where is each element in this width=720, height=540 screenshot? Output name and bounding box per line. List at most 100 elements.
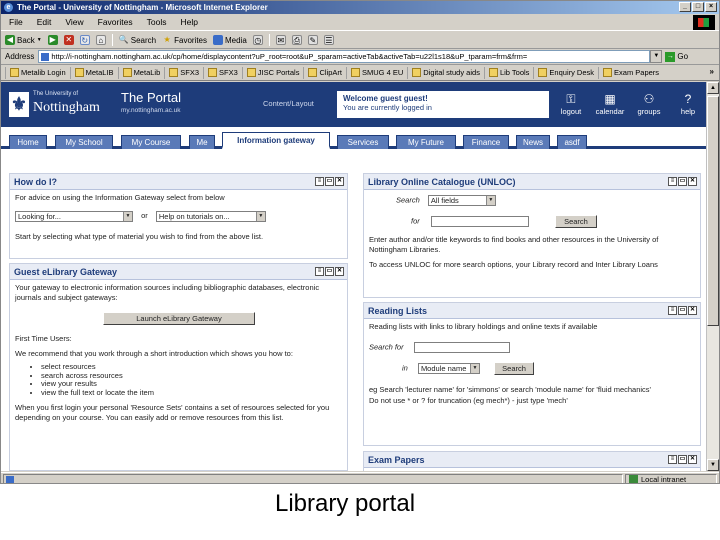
tab-my-course[interactable]: My Course — [121, 135, 181, 149]
scroll-down-icon[interactable]: ▼ — [707, 459, 719, 471]
maximize-button[interactable]: □ — [692, 2, 704, 12]
tab-home[interactable]: Home — [9, 135, 47, 149]
page-viewport: ⚜ The University of Nottingham The Porta… — [1, 82, 706, 471]
menu-help[interactable]: Help — [180, 17, 197, 27]
channel-close-icon[interactable]: ✕ — [335, 177, 344, 186]
print-button[interactable]: ⎙ — [291, 35, 302, 45]
channel-close-icon[interactable]: ✕ — [688, 306, 697, 315]
portal-tab-bar: Home My School My Course Me Information … — [1, 127, 706, 149]
link-item[interactable]: Digital study aids — [407, 66, 484, 79]
tab-my-school[interactable]: My School — [55, 135, 113, 149]
link-item[interactable]: JISC Portals — [241, 66, 304, 79]
stop-button[interactable]: ✕ — [63, 35, 74, 45]
discuss-button[interactable]: ☰ — [323, 35, 334, 45]
portal-url: my.nottingham.ac.uk — [121, 107, 181, 114]
chevron-down-icon: ▼ — [469, 363, 479, 373]
reading-lists-field-select[interactable]: Module name ▼ — [417, 362, 480, 374]
channel-minimize-icon[interactable]: ▭ — [325, 177, 334, 186]
launch-elibrary-button[interactable]: Launch eLibrary Gateway — [103, 312, 255, 325]
forward-button[interactable]: ▶ — [47, 35, 58, 45]
refresh-button[interactable]: ↻ — [79, 35, 90, 45]
scroll-up-icon[interactable]: ▲ — [707, 82, 719, 94]
edit-button[interactable]: ✎ — [307, 35, 318, 45]
reading-lists-search-input[interactable] — [413, 341, 510, 353]
channel-minimize-icon[interactable]: ▭ — [325, 267, 334, 276]
links-overflow-chevron-icon[interactable]: » — [710, 67, 714, 76]
help-button[interactable]: ? help — [673, 92, 703, 116]
tab-asdf[interactable]: asdf — [557, 135, 587, 149]
tab-me[interactable]: Me — [189, 135, 215, 149]
tab-finance[interactable]: Finance — [463, 135, 509, 149]
link-item[interactable]: Enquiry Desk — [533, 66, 598, 79]
link-item[interactable]: MetaLib — [117, 66, 165, 79]
media-button[interactable]: Media — [213, 35, 247, 45]
university-crest-icon: ⚜ — [9, 92, 29, 117]
link-item[interactable]: Exam Papers — [598, 66, 663, 79]
back-label: Back — [17, 35, 35, 45]
address-input[interactable]: http://i-nottingham.nottingham.ac.uk/cp/… — [38, 50, 651, 63]
tab-news[interactable]: News — [516, 135, 550, 149]
catalogue-search-input[interactable] — [430, 216, 529, 227]
link-item[interactable]: MetaLIB — [69, 66, 118, 79]
channel-menu-icon[interactable]: ≡ — [668, 177, 677, 186]
calendar-button[interactable]: ▦ calendar — [595, 92, 625, 116]
vertical-scrollbar[interactable]: ▲ ▼ — [706, 82, 719, 471]
tab-my-future[interactable]: My Future — [396, 135, 456, 149]
address-label: Address — [5, 52, 35, 61]
content-layout-link[interactable]: Content/Layout — [263, 99, 314, 108]
help-on-value: Help on tutorials on... — [158, 211, 230, 221]
logged-in-text: You are currently logged in — [343, 103, 432, 112]
university-logo[interactable]: ⚜ The University of Nottingham — [9, 88, 111, 122]
channel-minimize-icon[interactable]: ▭ — [678, 177, 687, 186]
mail-button[interactable]: ✉ — [275, 35, 286, 45]
minimize-button[interactable]: _ — [679, 2, 691, 12]
link-item[interactable]: SFX3 — [203, 66, 242, 79]
link-item[interactable]: Metalib Login — [5, 66, 70, 79]
link-page-icon — [488, 68, 498, 77]
go-button[interactable]: → Go — [665, 51, 688, 62]
channel-minimize-icon[interactable]: ▭ — [678, 306, 687, 315]
how-do-i-intro: For advice on using the Information Gate… — [15, 193, 225, 202]
tab-information-gateway[interactable]: Information gateway — [222, 132, 330, 149]
channel-minimize-icon[interactable]: ▭ — [678, 455, 687, 464]
home-button[interactable]: ⌂ — [95, 35, 106, 45]
menu-tools[interactable]: Tools — [147, 17, 167, 27]
channel-menu-icon[interactable]: ≡ — [315, 177, 324, 186]
channel-close-icon[interactable]: ✕ — [688, 455, 697, 464]
channel-menu-icon[interactable]: ≡ — [668, 306, 677, 315]
close-button[interactable]: × — [705, 2, 717, 12]
channel-close-icon[interactable]: ✕ — [335, 267, 344, 276]
menu-file[interactable]: File — [9, 17, 23, 27]
favorites-button[interactable]: ★ Favorites — [162, 35, 208, 45]
channel-menu-icon[interactable]: ≡ — [668, 455, 677, 464]
link-item[interactable]: ClipArt — [303, 66, 346, 79]
windows-flag-icon — [693, 15, 715, 30]
looking-for-select[interactable]: Looking for... ▼ — [15, 210, 133, 222]
menu-edit[interactable]: Edit — [37, 17, 52, 27]
search-button[interactable]: 🔍 Search — [119, 35, 156, 45]
media-icon — [213, 35, 224, 45]
menu-favorites[interactable]: Favorites — [98, 17, 133, 27]
link-item[interactable]: Lib Tools — [483, 66, 533, 79]
link-label: JISC Portals — [257, 68, 300, 77]
chevron-down-icon: ▼ — [255, 211, 265, 221]
groups-icon: ⚇ — [643, 92, 655, 106]
menu-view[interactable]: View — [65, 17, 83, 27]
catalogue-more[interactable]: To access UNLOC for more search options,… — [369, 260, 695, 270]
channel-close-icon[interactable]: ✕ — [688, 177, 697, 186]
tab-services[interactable]: Services — [337, 135, 389, 149]
back-button[interactable]: ◀ Back ▼ — [5, 35, 42, 45]
link-item[interactable]: SFX3 — [164, 66, 203, 79]
logout-button[interactable]: ⚿ logout — [556, 92, 586, 116]
link-item[interactable]: SMUG 4 EU — [345, 66, 407, 79]
go-arrow-icon: → — [665, 51, 676, 62]
catalogue-search-button[interactable]: Search — [554, 215, 597, 228]
scroll-thumb[interactable] — [707, 96, 719, 326]
address-dropdown-button[interactable]: ▼ — [650, 50, 663, 63]
catalogue-field-select[interactable]: All fields ▼ — [427, 195, 496, 206]
channel-menu-icon[interactable]: ≡ — [315, 267, 324, 276]
help-on-select[interactable]: Help on tutorials on... ▼ — [155, 210, 266, 222]
reading-lists-search-button[interactable]: Search — [494, 361, 535, 375]
history-button[interactable]: ◷ — [252, 35, 263, 45]
groups-button[interactable]: ⚇ groups — [634, 92, 664, 116]
